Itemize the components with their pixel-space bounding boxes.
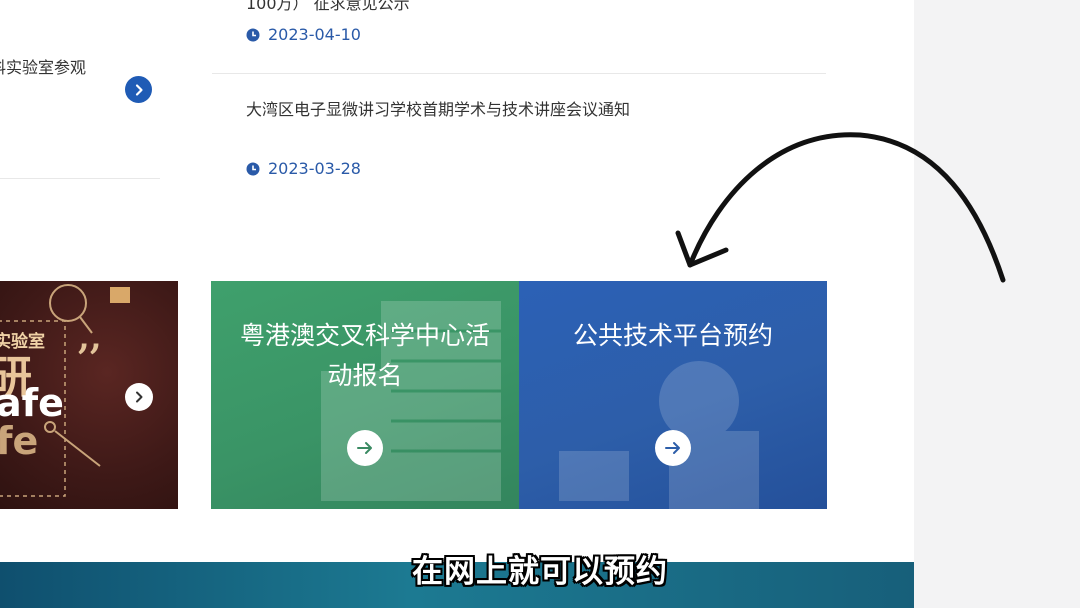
tile-title: 公共技术平台预约: [572, 321, 773, 350]
annotation-arrow-icon: [675, 132, 1006, 283]
arrow-right-icon: [665, 442, 680, 454]
date-text: 2023-03-28: [268, 159, 361, 178]
clock-icon: [246, 28, 260, 41]
poster-big-text: fe: [0, 419, 39, 463]
video-subtitle: 在网上就可以预约: [412, 554, 668, 590]
chevron-right-icon: [135, 83, 143, 96]
tile-title: 粤港澳交叉科学中心活: [239, 321, 490, 350]
lab-safety-tile[interactable]: ,, 实验室 研 afe fe: [0, 281, 178, 509]
svg-text:,,: ,,: [78, 318, 102, 358]
divider: [212, 73, 826, 74]
go-arrow-button[interactable]: [655, 430, 691, 466]
tile-title: 动报名: [327, 361, 403, 390]
building-watermark: [321, 301, 501, 501]
news-item-title[interactable]: 大湾区电子显微讲习学校首期学术与技术讲座会议通知: [246, 96, 630, 120]
arrow-right-icon: [357, 442, 372, 454]
news-item-date: 2023-04-10: [246, 25, 361, 44]
lab-watermark: [559, 361, 759, 509]
next-arrow-button[interactable]: [125, 76, 152, 103]
news-item-date: 2023-03-28: [246, 159, 361, 178]
go-arrow-button[interactable]: [347, 430, 383, 466]
date-text: 2023-04-10: [268, 25, 361, 44]
left-news-title[interactable]: 科实验室参观: [0, 54, 86, 78]
next-arrow-button[interactable]: [125, 383, 153, 411]
divider: [0, 178, 160, 179]
activity-signup-tile[interactable]: 粤港澳交叉科学中心活 动报名: [211, 281, 519, 509]
chevron-right-icon: [136, 391, 143, 403]
platform-booking-tile[interactable]: 公共技术平台预约: [519, 281, 827, 509]
clock-icon: [246, 162, 260, 175]
web-page: 100万） 征求意见公示 2023-04-10 科实验室参观 大湾区电子显微讲习…: [0, 0, 914, 608]
page-margin: [914, 0, 1080, 608]
news-item-title[interactable]: 100万） 征求意见公示: [246, 0, 410, 14]
